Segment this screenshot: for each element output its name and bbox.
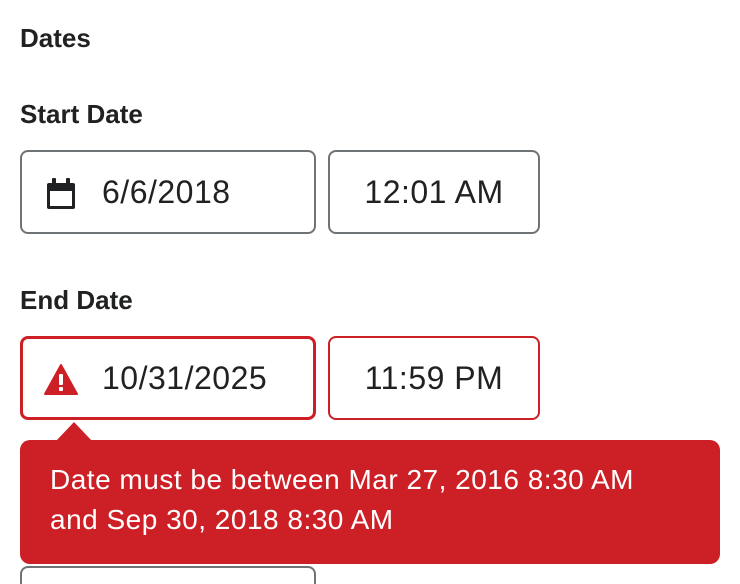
start-date-label: Start Date	[20, 99, 143, 129]
end-date-label: End Date	[20, 285, 133, 315]
start-time-input[interactable]: 12:01 AM	[328, 150, 540, 234]
dates-form: Dates Start Date 6/6/2018 12:01 AM End D…	[0, 0, 740, 584]
warning-icon	[44, 363, 78, 397]
calendar-icon[interactable]	[44, 177, 78, 211]
end-time-input[interactable]: 11:59 PM	[328, 336, 540, 420]
end-time-value: 11:59 PM	[364, 360, 504, 396]
start-time-value: 12:01 AM	[364, 174, 504, 210]
error-message-line-2: and Sep 30, 2018 8:30 AM	[50, 504, 394, 535]
end-date-input[interactable]: 10/31/2025	[20, 336, 316, 420]
error-message-line-1: Date must be between Mar 27, 2016 8:30 A…	[50, 464, 634, 495]
start-date-input[interactable]: 6/6/2018	[20, 150, 316, 234]
start-date-value: 6/6/2018	[102, 174, 231, 210]
next-date-input[interactable]	[20, 566, 316, 584]
dates-section-heading: Dates	[20, 23, 91, 53]
end-date-value: 10/31/2025	[102, 360, 268, 396]
error-tooltip: Date must be between Mar 27, 2016 8:30 A…	[20, 440, 720, 564]
error-tooltip-arrow	[56, 422, 92, 441]
